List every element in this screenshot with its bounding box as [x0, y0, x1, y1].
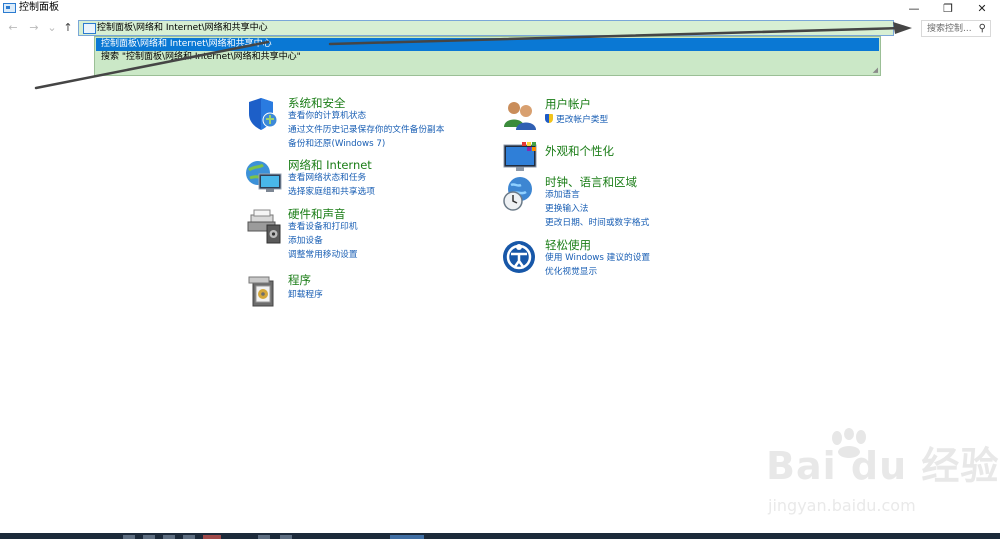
watermark-brand: Bai du 经验 — [766, 444, 1000, 488]
taskbar-app-icon[interactable] — [123, 535, 135, 539]
back-button[interactable]: ← — [6, 21, 20, 35]
category-programs: 程序 卸载程序 — [245, 273, 475, 313]
address-bar[interactable]: 控制面板\网络和 Internet\网络和共享中心 — [78, 20, 894, 36]
control-panel-icon — [3, 3, 16, 13]
go-button[interactable]: → — [896, 21, 908, 35]
ease-of-access-icon[interactable] — [502, 238, 540, 276]
taskbar-app-icon[interactable] — [203, 535, 221, 539]
category-link[interactable]: 选择家庭组和共享选项 — [288, 187, 375, 198]
category-title[interactable]: 网络和 Internet — [288, 158, 372, 172]
system-security-icon[interactable] — [245, 96, 283, 134]
window-title: 控制面板 — [19, 2, 59, 13]
taskbar-app-icon[interactable] — [163, 535, 175, 539]
category-title[interactable]: 用户帐户 — [545, 97, 591, 111]
network-internet-icon[interactable] — [245, 158, 283, 196]
taskbar-app-icon[interactable] — [143, 535, 155, 539]
address-autocomplete: 控制面板\网络和 Internet\网络和共享中心 搜索 "控制面板\网络和 I… — [94, 36, 881, 76]
category-link[interactable]: 调整常用移动设置 — [288, 250, 358, 261]
search-box[interactable]: 搜索控制... ⚲ — [921, 20, 991, 37]
taskbar-app-icon[interactable] — [258, 535, 270, 539]
watermark-url: jingyan.baidu.com — [768, 496, 916, 515]
taskbar-app-icon[interactable] — [183, 535, 195, 539]
hardware-sound-icon[interactable] — [245, 207, 283, 245]
category-clock-language-region: 时钟、语言和区域 添加语言 更换输入法 更改日期、时间或数字格式 — [502, 175, 732, 231]
programs-icon[interactable] — [245, 273, 283, 311]
category-link[interactable]: 添加设备 — [288, 236, 323, 247]
category-title[interactable]: 时钟、语言和区域 — [545, 175, 637, 189]
category-link[interactable]: 优化视觉显示 — [545, 267, 597, 278]
category-title[interactable]: 轻松使用 — [545, 238, 591, 252]
category-user-accounts: 用户帐户 更改帐户类型 — [502, 97, 732, 135]
category-ease-of-access: 轻松使用 使用 Windows 建议的设置 优化视觉显示 — [502, 238, 732, 282]
category-link[interactable]: 备份和还原(Windows 7) — [288, 139, 385, 150]
search-input[interactable]: 搜索控制... — [927, 23, 972, 35]
uac-shield-icon — [545, 114, 553, 123]
category-network-internet: 网络和 Internet 查看网络状态和任务 选择家庭组和共享选项 — [245, 158, 475, 200]
category-link[interactable]: 使用 Windows 建议的设置 — [545, 253, 650, 264]
category-link[interactable]: 查看设备和打印机 — [288, 222, 358, 233]
recent-locations-button[interactable]: ⌄ — [45, 21, 59, 35]
category-system-security: 系统和安全 查看你的计算机状态 通过文件历史记录保存你的文件备份副本 备份和还原… — [245, 96, 475, 150]
category-title[interactable]: 系统和安全 — [288, 96, 346, 110]
category-link[interactable]: 查看你的计算机状态 — [288, 111, 366, 122]
category-link[interactable]: 通过文件历史记录保存你的文件备份副本 — [288, 125, 444, 136]
category-link-label: 更改帐户类型 — [556, 115, 609, 125]
address-path[interactable]: 控制面板\网络和 Internet\网络和共享中心 — [97, 22, 268, 35]
category-link[interactable]: 卸载程序 — [288, 290, 323, 301]
taskbar-active-app[interactable] — [390, 535, 424, 539]
minimize-button[interactable]: — — [897, 0, 931, 17]
category-link[interactable]: 更改帐户类型 — [545, 114, 608, 126]
taskbar-app-icon[interactable] — [280, 535, 292, 539]
category-link[interactable]: 添加语言 — [545, 190, 580, 201]
user-accounts-icon[interactable] — [502, 97, 540, 135]
category-link[interactable]: 查看网络状态和任务 — [288, 173, 366, 184]
maximize-button[interactable]: ❐ — [931, 0, 965, 17]
close-button[interactable]: ✕ — [965, 0, 999, 17]
category-link[interactable]: 更换输入法 — [545, 204, 588, 215]
autocomplete-item[interactable]: 控制面板\网络和 Internet\网络和共享中心 — [96, 38, 879, 51]
forward-button[interactable]: → — [27, 21, 41, 35]
search-icon[interactable]: ⚲ — [979, 23, 986, 35]
clock-language-icon[interactable] — [502, 175, 540, 213]
autocomplete-search-item[interactable]: 搜索 "控制面板\网络和 Internet\网络和共享中心" — [96, 51, 879, 64]
up-button[interactable]: ↑ — [61, 21, 75, 35]
resize-grip-icon[interactable]: ◢ — [873, 66, 878, 74]
category-appearance: 外观和个性化 — [502, 139, 732, 175]
category-title[interactable]: 程序 — [288, 273, 311, 287]
category-title[interactable]: 硬件和声音 — [288, 207, 346, 221]
baidu-watermark: Bai du 经验 jingyan.baidu.com — [748, 428, 998, 523]
category-hardware-sound: 硬件和声音 查看设备和打印机 添加设备 调整常用移动设置 — [245, 207, 475, 263]
control-panel-icon — [83, 23, 96, 34]
appearance-icon[interactable] — [502, 139, 540, 177]
category-link[interactable]: 更改日期、时间或数字格式 — [545, 218, 649, 229]
title-bar: 控制面板 — ❐ ✕ — [0, 0, 1000, 17]
category-title[interactable]: 外观和个性化 — [545, 144, 614, 158]
